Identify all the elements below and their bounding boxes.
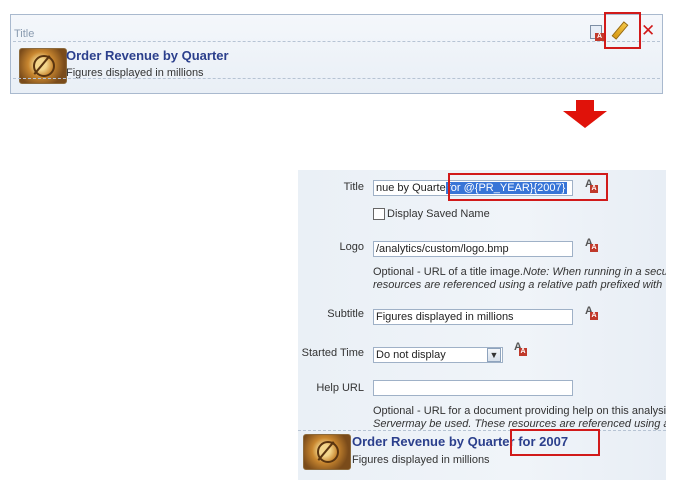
started-time-value: Do not display (376, 349, 446, 361)
logo-label: Logo (339, 241, 364, 253)
title-input-text: nue by Quarte (376, 182, 446, 194)
title-label: Title (343, 181, 364, 193)
subtitle-label: Subtitle (327, 308, 364, 320)
panel-label: Title (14, 28, 35, 40)
compass-logo-preview-icon (303, 434, 351, 470)
preview-subtitle: Figures displayed in millions (352, 454, 490, 466)
preview-highlight-box (510, 429, 600, 456)
preview-divider (298, 430, 666, 431)
panel-divider-bottom (13, 78, 660, 79)
format-started-time-icon[interactable]: AA (514, 341, 528, 357)
title-highlight-box (448, 173, 608, 201)
format-logo-icon[interactable]: AA (585, 237, 599, 253)
format-a-icon: A (595, 33, 604, 41)
started-time-label: Started Time (301, 347, 364, 359)
help-url-input[interactable] (373, 380, 573, 396)
logo-help-line1: Optional - URL of a title image.Note: Wh… (373, 266, 666, 278)
display-saved-name-label: Display Saved Name (387, 208, 490, 220)
started-time-select[interactable]: Do not display (373, 347, 503, 363)
format-subtitle-icon[interactable]: AA (585, 305, 599, 321)
format-title-icon[interactable]: AA (585, 178, 599, 194)
down-arrow-head-icon (563, 111, 607, 128)
display-saved-name-checkbox[interactable] (373, 208, 385, 220)
logo-help-line2: resources are referenced using a relativ… (373, 279, 663, 291)
delete-icon[interactable]: ✕ (641, 22, 655, 40)
logo-input[interactable]: /analytics/custom/logo.bmp (373, 241, 573, 257)
help-url-help-line1: Optional - URL for a document providing … (373, 405, 666, 417)
title-view-panel: Title Order Revenue by Quarter Figures d… (10, 14, 663, 94)
title-editor-panel: Title nue by Quarte for @{PR_YEAR}{2007} … (298, 170, 666, 480)
chevron-down-icon[interactable]: ▼ (487, 348, 501, 362)
panel-divider-top (13, 41, 660, 42)
subtitle-input[interactable]: Figures displayed in millions (373, 309, 573, 325)
help-url-label: Help URL (316, 382, 364, 394)
report-title: Order Revenue by Quarter (66, 48, 229, 63)
